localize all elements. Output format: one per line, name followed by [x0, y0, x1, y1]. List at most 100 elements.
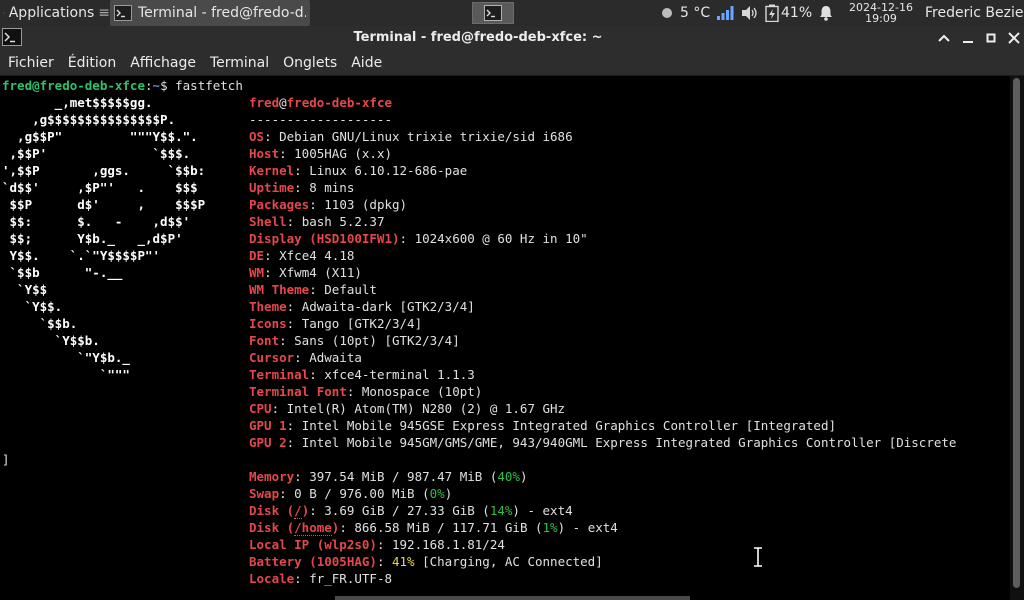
info-value: : fr_FR.UTF-8 — [294, 571, 392, 586]
menu-edition[interactable]: Édition — [68, 55, 116, 71]
info-row: Font: Sans (10pt) [GTK2/3/4] — [249, 332, 460, 349]
info-percent: 41% — [392, 554, 415, 569]
info-value: : Default — [309, 282, 377, 297]
info-key: GPU 2 — [249, 435, 287, 450]
maximize-icon — [986, 33, 996, 43]
menu-fichier[interactable]: Fichier — [8, 55, 54, 71]
window-titlebar[interactable]: Terminal - fred@fredo-deb-xfce: ~ — [0, 26, 1024, 50]
info-value: : 866.58 MiB / 117.71 GiB ( — [339, 520, 543, 535]
taskbar-terminal-button[interactable]: Terminal - fred@fredo-d... — [110, 0, 310, 26]
battery-widget[interactable]: 41% — [765, 0, 812, 26]
info-value: ) - ext4 — [512, 503, 573, 518]
logo-line: ,g$$$$$$$$$$$$$$$P. — [2, 112, 176, 127]
scrollbar-thumb[interactable] — [1013, 78, 1020, 588]
info-key: Uptime — [249, 180, 295, 195]
info-value: : 192.168.1.81/24 — [376, 537, 505, 552]
info-value: : 0 B / 976.00 MiB ( — [279, 486, 430, 501]
info-mount-link[interactable]: /home — [294, 520, 332, 536]
info-key: CPU — [249, 401, 272, 416]
prompt-line: fred@fredo-deb-xfce:~$ fastfetch — [2, 77, 243, 94]
info-row: DE: Xfce4 4.18 — [249, 247, 354, 264]
info-value: : Xfwm4 (X11) — [264, 265, 362, 280]
logo-line: `d$$' ,$P"' . $$$ — [2, 180, 198, 195]
info-key: GPU 1 — [249, 418, 287, 433]
prompt-colon: : — [145, 78, 153, 93]
menu-handle-icon: ≡ — [98, 5, 110, 21]
info-header-host: fredo-deb-xfce — [286, 95, 392, 110]
roll-up-button[interactable] — [935, 29, 953, 47]
info-key: Icons — [249, 316, 287, 331]
logo-line: `Y$$ — [2, 282, 48, 297]
applications-label: Applications — [8, 5, 95, 21]
info-key: Cursor — [249, 350, 295, 365]
user-menu[interactable]: Frederic Bezies — [925, 0, 1024, 26]
info-key: Disk ( — [249, 520, 295, 535]
info-row: OS: Debian GNU/Linux trixie trixie/sid i… — [249, 128, 573, 145]
close-button[interactable] — [1005, 29, 1023, 47]
info-percent: 1% — [542, 520, 558, 535]
logo-line: `"Y$b._ — [2, 350, 130, 365]
info-value: : 8 mins — [294, 180, 355, 195]
wrap-bracket: ] — [2, 452, 10, 467]
vertical-scrollbar[interactable] — [1010, 76, 1024, 600]
maximize-button[interactable] — [982, 29, 1000, 47]
info-value: : Xfce4 4.18 — [264, 248, 355, 263]
info-row: Shell: bash 5.2.37 — [249, 213, 384, 230]
prompt-command: fastfetch — [175, 78, 243, 93]
logo-line: $$P d$' , $$$P — [2, 197, 206, 212]
clock[interactable]: 2024-12-16 19:09 — [846, 0, 916, 26]
moon-icon — [662, 8, 672, 18]
applications-menu[interactable]: Applications ≡ — [0, 0, 110, 26]
info-row: Uptime: 8 mins — [249, 179, 354, 196]
info-value: : Intel Mobile 945GM/GMS/GME, 943/940GML… — [286, 435, 957, 450]
menu-onglets[interactable]: Onglets — [283, 55, 337, 71]
info-locale: Locale: fr_FR.UTF-8 — [249, 570, 392, 587]
info-separator: ------------------- — [249, 112, 392, 127]
info-row: GPU 1: Intel Mobile 945GSE Express Integ… — [249, 417, 836, 434]
info-header: fred@fredo-deb-xfce — [249, 94, 392, 111]
logo-line: _,met$$$$$gg. — [2, 95, 153, 110]
prompt-symbol: $ — [160, 78, 168, 93]
info-percent: 0% — [429, 486, 445, 501]
menubar: Fichier Édition Affichage Terminal Ongle… — [0, 50, 1024, 76]
battery-icon — [765, 4, 779, 22]
info-value: : Sans (10pt) [GTK2/3/4] — [279, 333, 460, 348]
bell-icon[interactable] — [818, 0, 834, 26]
network-signal-icon[interactable] — [716, 0, 734, 26]
info-value: : Debian GNU/Linux trixie trixie/sid i68… — [264, 129, 573, 144]
workspace-switcher[interactable] — [472, 2, 514, 24]
info-value: : 1005HAG (x.x) — [279, 146, 392, 161]
weather-widget[interactable]: 5 °C — [662, 0, 710, 26]
prompt-path: ~ — [152, 78, 161, 93]
logo-line: ,$$P' `$$$. — [2, 146, 191, 161]
menu-aide[interactable]: Aide — [351, 55, 382, 71]
top-panel: Applications ≡ Terminal - fred@fredo-d..… — [0, 0, 1024, 26]
info-key: Display (HSD100IFW1) — [249, 231, 400, 246]
menu-affichage[interactable]: Affichage — [130, 55, 196, 71]
terminal-output[interactable]: fred@fredo-deb-xfce:~$ fastfetch _,met$$… — [0, 76, 1010, 600]
clock-time: 19:09 — [865, 12, 897, 25]
volume-icon[interactable] — [741, 0, 759, 26]
logo-line: ',$$P ,ggs. `$$b: — [2, 163, 206, 178]
user-name-label: Frederic Bezies — [925, 5, 1024, 21]
info-header-at: @ — [279, 95, 287, 110]
menu-terminal[interactable]: Terminal — [210, 55, 269, 71]
info-value: : Adwaita — [294, 350, 362, 365]
info-swap: Swap: 0 B / 976.00 MiB (0%) — [249, 485, 452, 502]
info-row: Kernel: Linux 6.10.12-686-pae — [249, 162, 467, 179]
horizontal-scroll-indicator[interactable] — [335, 596, 690, 600]
info-value: : xfce4-terminal 1.1.3 — [309, 367, 475, 382]
info-row: Icons: Tango [GTK2/3/4] — [249, 315, 422, 332]
info-mount-link[interactable]: / — [294, 503, 302, 519]
info-key: Local IP (wlp2s0) — [249, 537, 377, 552]
info-key: Kernel — [249, 163, 295, 178]
info-disk-home: Disk (/home): 866.58 MiB / 117.71 GiB (1… — [249, 519, 618, 536]
info-row: WM: Xfwm4 (X11) — [249, 264, 362, 281]
info-row: Display (HSD100IFW1): 1024x600 @ 60 Hz i… — [249, 230, 588, 247]
taskbar-terminal-label: Terminal - fred@fredo-d... — [138, 5, 306, 21]
info-value: : Intel(R) Atom(TM) N280 (2) @ 1.67 GHz — [271, 401, 566, 416]
info-value: : Tango [GTK2/3/4] — [286, 316, 423, 331]
info-key: Shell — [249, 214, 287, 229]
info-value: ) — [519, 469, 528, 484]
minimize-button[interactable] — [959, 29, 977, 47]
